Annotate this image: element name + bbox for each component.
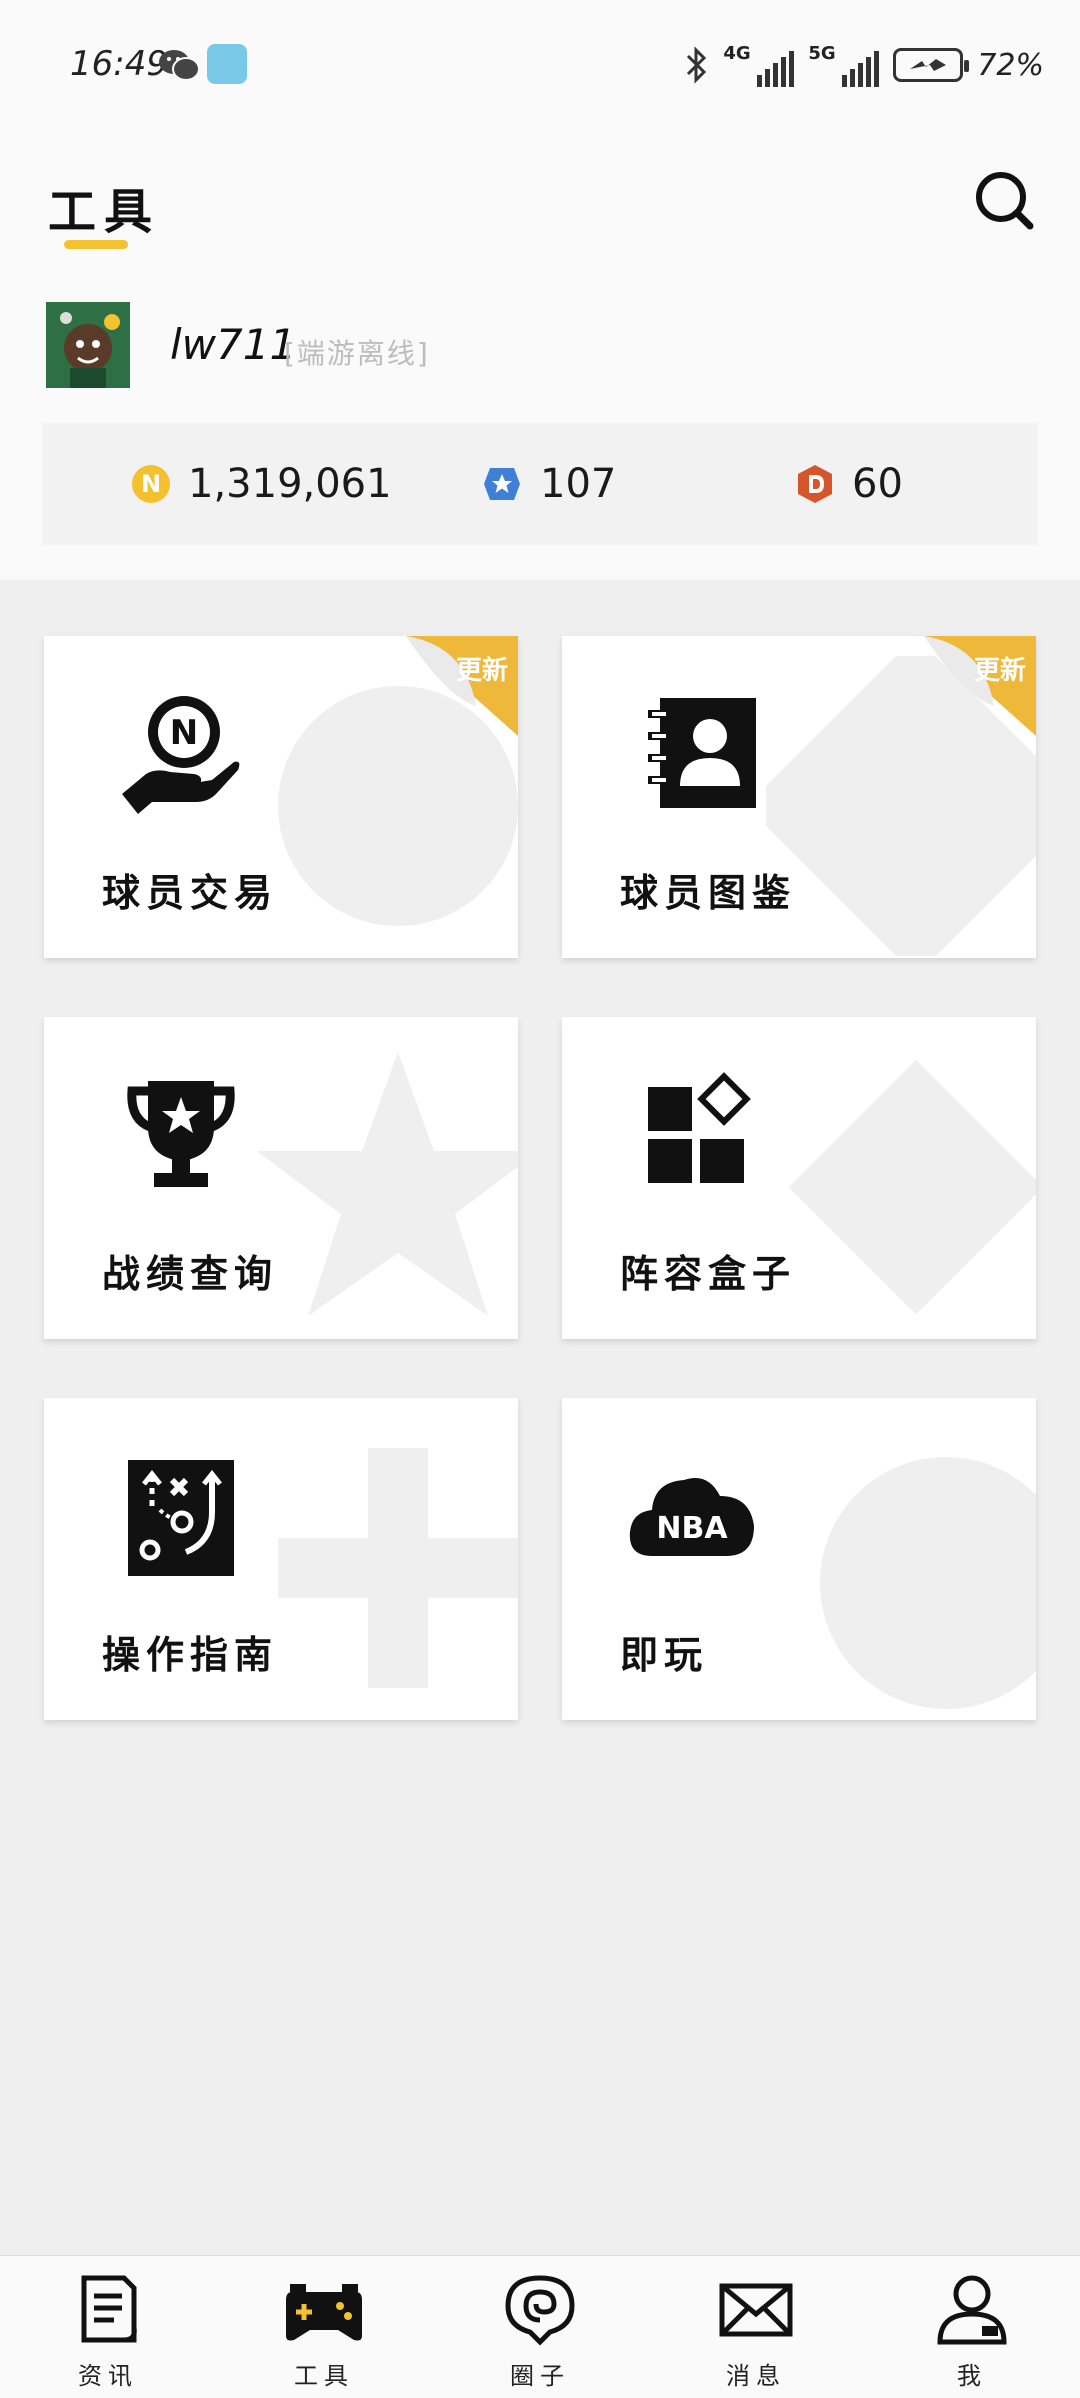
tool-card-lineup-box[interactable]: 阵容盒子: [562, 1017, 1036, 1339]
blocks-icon: [648, 1072, 751, 1183]
avatar[interactable]: [46, 302, 130, 388]
coin-balance: N 1,319,061: [132, 459, 392, 509]
tool-label: 球员图鉴: [620, 870, 797, 915]
nav-label: 我: [957, 2362, 987, 2390]
battery-percent: 72%: [977, 47, 1044, 83]
tool-card-player-catalog[interactable]: 球员图鉴 更新: [562, 636, 1036, 958]
tool-label: 操作指南: [102, 1632, 279, 1677]
search-icon[interactable]: [972, 168, 1036, 232]
circle-spiral-icon: [505, 2275, 575, 2346]
signal-4g-icon: 4G: [723, 43, 795, 87]
tool-card-instant-play[interactable]: NBA 即玩: [562, 1398, 1036, 1720]
tool-label: 阵容盒子: [620, 1251, 797, 1296]
nav-item-me[interactable]: 我: [864, 2256, 1080, 2398]
watermark-icon: [257, 1052, 518, 1316]
tool-label: 战绩查询: [102, 1251, 279, 1296]
bluetooth-icon: [687, 46, 707, 84]
page-title: 工具: [48, 184, 161, 240]
star-balance: 107: [482, 459, 616, 509]
coin-value: 1,319,061: [188, 461, 392, 507]
d-point-value: 60: [852, 461, 903, 507]
network-5g-label: 5G: [808, 43, 836, 64]
tool-card-operation-guide[interactable]: 操作指南: [44, 1398, 518, 1720]
wechat-icon: [159, 50, 200, 81]
tool-label: 即玩: [620, 1632, 709, 1677]
nav-label: 资讯: [78, 2362, 138, 2390]
user-profile-row[interactable]: lw711 [端游离线]: [46, 302, 1046, 390]
nav-label: 消息: [726, 2362, 786, 2390]
status-bar: 16:49 4G 5G 72%: [0, 0, 1080, 120]
title-underline: [64, 240, 128, 249]
battery-icon: [893, 48, 970, 82]
star-badge-icon: [484, 468, 520, 500]
svg-text:N: N: [170, 713, 198, 753]
nav-item-messages[interactable]: 消息: [648, 2256, 864, 2398]
gamepad-icon: [286, 2284, 362, 2341]
network-4g-label: 4G: [723, 43, 751, 64]
user-online-status: [端游离线]: [284, 337, 430, 370]
document-icon: [81, 2275, 137, 2343]
status-indicators: 4G 5G 72%: [683, 40, 1044, 90]
signal-5g-icon: 5G: [808, 43, 880, 87]
n-coin-icon: N: [132, 465, 170, 503]
update-badge: 更新: [973, 656, 1026, 686]
user-icon: [937, 2275, 1007, 2345]
nba-cloud-icon: NBA: [629, 1478, 754, 1556]
player-book-icon: [648, 698, 756, 808]
watermark-icon: [788, 1059, 1036, 1315]
tool-label: 球员交易: [102, 870, 279, 915]
trophy-icon: [127, 1081, 235, 1187]
nav-item-tools[interactable]: 工具: [216, 2256, 432, 2398]
nav-item-circle[interactable]: 圈子: [432, 2256, 648, 2398]
reader-app-icon: [207, 44, 247, 84]
update-badge: 更新: [455, 656, 508, 686]
d-badge-icon: [798, 465, 832, 503]
nba-text: NBA: [656, 1511, 728, 1546]
n-coin-hand-icon: N: [122, 696, 240, 814]
header: 工具 lw711 [端游离线] N 1,319,061 107 60: [0, 120, 1080, 580]
username: lw711: [170, 320, 297, 369]
tool-card-player-trade[interactable]: N 球员交易 更新: [44, 636, 518, 958]
bottom-nav: 资讯 工具 圈子 消息 我: [0, 2255, 1080, 2398]
tool-card-record-query[interactable]: 战绩查询: [44, 1017, 518, 1339]
status-time: 16:49: [70, 44, 168, 84]
star-value: 107: [540, 461, 617, 507]
tactics-board-icon: [128, 1460, 234, 1576]
mail-icon: [719, 2283, 793, 2337]
nav-label: 圈子: [510, 2362, 570, 2390]
nav-label: 工具: [294, 2362, 354, 2390]
nav-item-news[interactable]: 资讯: [0, 2256, 216, 2398]
currency-bar: N 1,319,061 107 60: [42, 423, 1038, 545]
watermark-icon: [278, 1448, 518, 1688]
watermark-icon: [820, 1457, 1036, 1709]
d-point-balance: 60: [796, 459, 903, 509]
